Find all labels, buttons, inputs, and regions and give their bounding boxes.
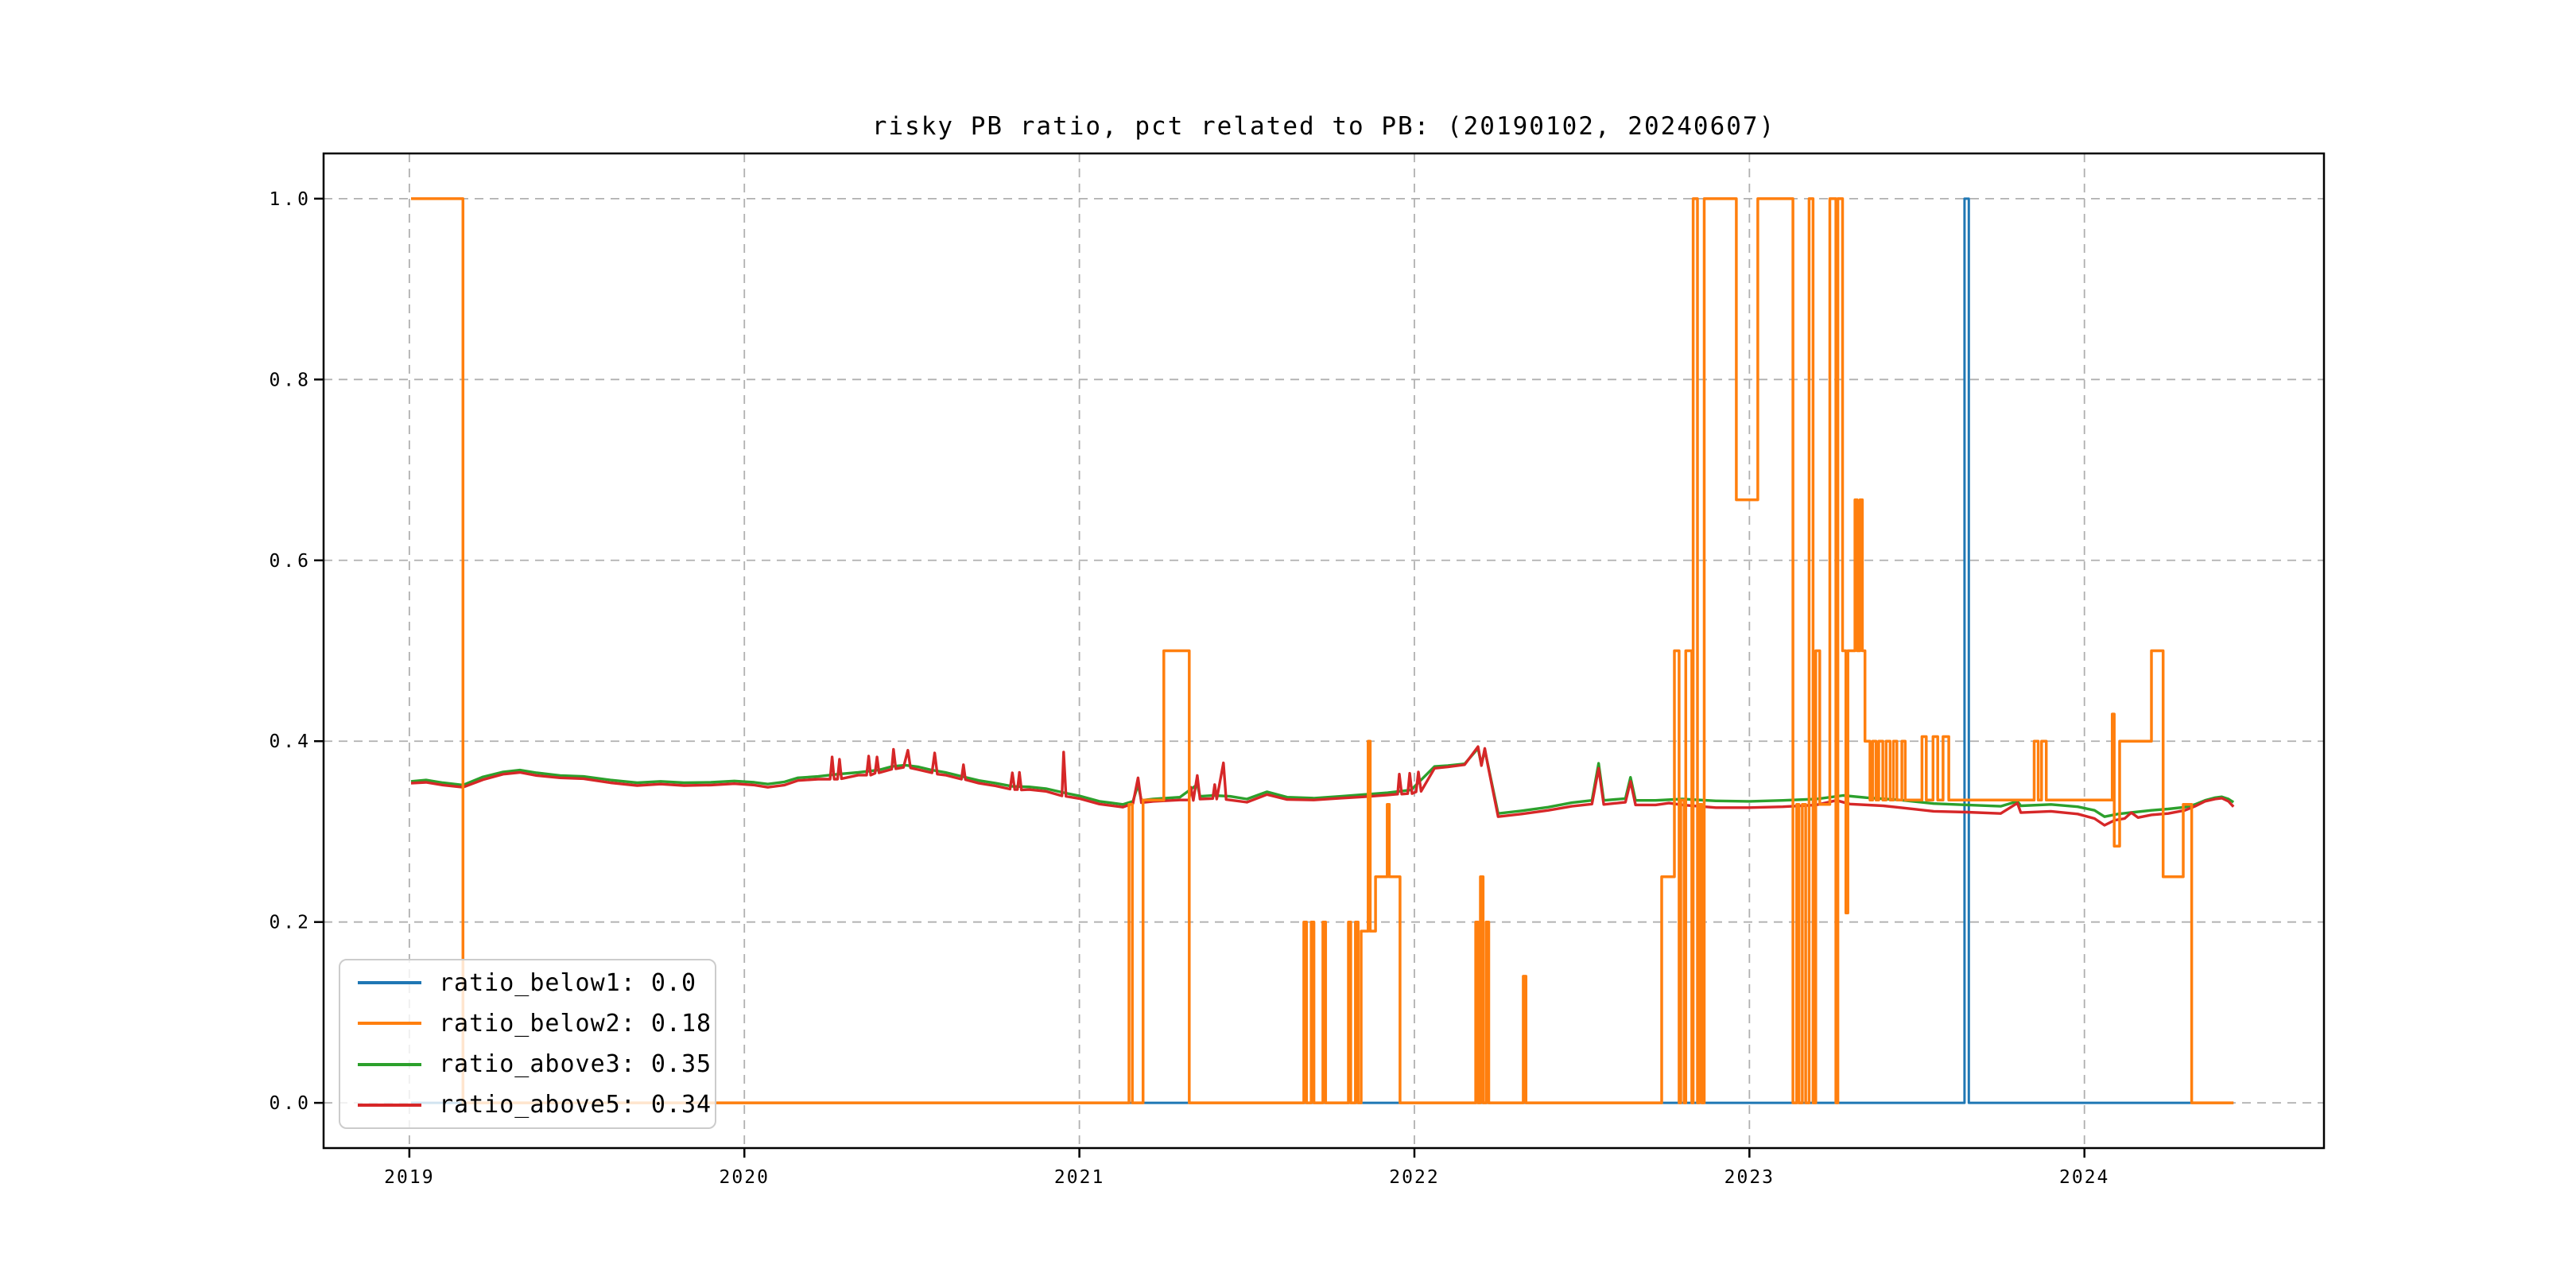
legend-label: ratio_above3: 0.35 [439,1050,712,1079]
legend-item-ratio_above3: ratio_above3: 0.35 [340,1046,715,1083]
x-tick-label-2024: 2024 [2059,1167,2109,1188]
x-tick-label-2020: 2020 [720,1167,770,1188]
legend-swatch-icon [358,1103,421,1107]
legend-item-ratio_below2: ratio_below2: 0.18 [340,1005,715,1042]
legend-item-ratio_above5: ratio_above5: 0.34 [340,1087,715,1123]
x-tick-label-2021: 2021 [1054,1167,1104,1188]
legend-swatch-icon [358,1062,421,1066]
legend-label: ratio_above5: 0.34 [439,1091,712,1119]
legend-label: ratio_below1: 0.0 [439,968,697,997]
legend-swatch-icon [358,1022,421,1026]
y-tick-label-0.6: 0.6 [269,551,312,572]
y-tick-label-0.4: 0.4 [269,731,312,752]
x-tick-label-2023: 2023 [1724,1167,1775,1188]
legend-label: ratio_below2: 0.18 [439,1009,712,1038]
y-tick-label-0.8: 0.8 [269,370,312,390]
y-tick-label-0.2: 0.2 [269,913,312,933]
y-tick-label-0.0: 0.0 [269,1093,312,1114]
legend: ratio_below1: 0.0 ratio_below2: 0.18 ratio… [339,959,716,1129]
legend-swatch-icon [358,981,421,985]
legend-item-ratio_below1: ratio_below1: 0.0 [340,964,715,1001]
x-tick-label-2022: 2022 [1389,1167,1439,1188]
x-tick-label-2019: 2019 [384,1167,434,1188]
figure-canvas: 2019 2020 2021 2022 2023 2024 0.0 0.2 0.4 0.6 0.8 1… [0,0,2576,1288]
chart-title: risky PB ratio, pct related to PB: (2019… [871,112,1776,141]
y-tick-label-1.0: 1.0 [269,189,312,210]
